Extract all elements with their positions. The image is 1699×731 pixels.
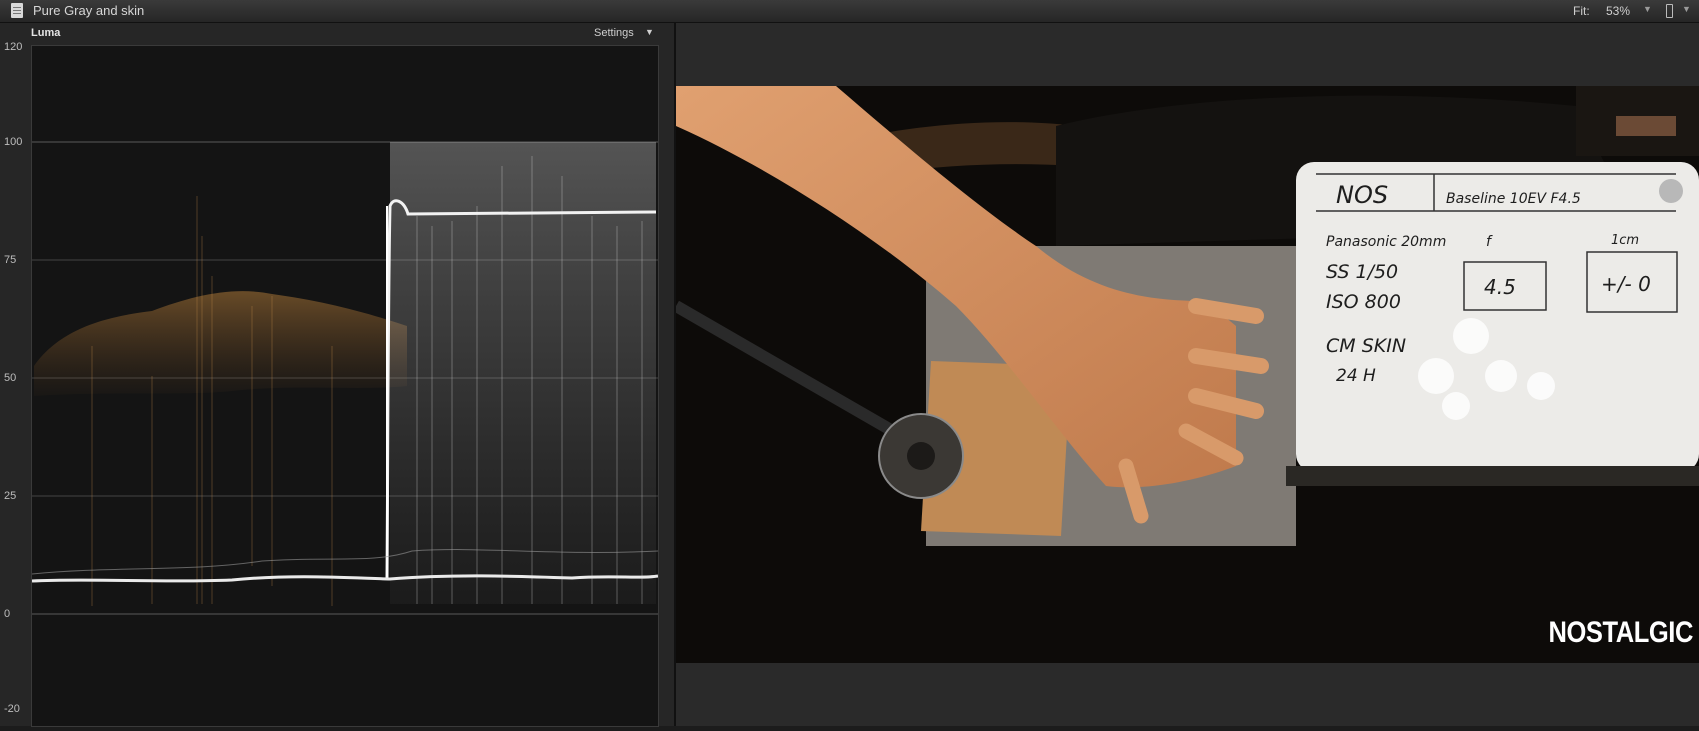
document-icon: [11, 3, 23, 18]
axis-tick-0: 0: [4, 608, 11, 620]
slate-line1: Baseline 10EV F4.5: [1446, 191, 1581, 207]
axis-tick-75: 75: [4, 254, 17, 266]
fit-label: Fit:: [1573, 4, 1590, 18]
scope-type-label: Luma: [31, 27, 61, 39]
window-title: Pure Gray and skin: [33, 3, 145, 18]
slate-lens: Panasonic 20mm: [1326, 234, 1446, 250]
waveform-graphic: [31, 141, 659, 615]
slate-profile: CM SKIN: [1326, 335, 1406, 357]
slate-iso: ISO 800: [1326, 291, 1401, 313]
video-image: NOS Baseline 10EV F4.5 Panasonic 20mm SS…: [676, 86, 1699, 663]
axis-tick-minus20: -20: [4, 703, 20, 715]
axis-tick-50: 50: [4, 372, 17, 384]
axis-tick-25: 25: [4, 490, 17, 502]
scope-settings-menu[interactable]: Settings: [594, 27, 634, 39]
luma-waveform: [31, 45, 659, 727]
slate-roll: NOS: [1336, 181, 1388, 209]
slate-box1-value: 4.5: [1484, 275, 1516, 299]
slate-shutter: SS 1/50: [1326, 261, 1398, 283]
slate-box2-header: 1cm: [1611, 233, 1639, 248]
zoom-chevron-icon[interactable]: ▼: [1643, 4, 1652, 14]
video-frame: NOS Baseline 10EV F4.5 Panasonic 20mm SS…: [676, 86, 1699, 663]
zoom-select[interactable]: 53%: [1606, 4, 1630, 18]
nostalgic-watermark: NOSTALGIC: [1548, 616, 1694, 649]
settings-chevron-icon[interactable]: ▼: [645, 27, 654, 37]
title-bar: Pure Gray and skin Fit: 53% ▼ ▼: [0, 0, 1699, 23]
axis-tick-100: 100: [4, 136, 23, 148]
view-options-chevron-icon[interactable]: ▼: [1682, 4, 1691, 14]
slate-box2-value: +/- 0: [1601, 272, 1651, 296]
video-scope-panel: Luma Settings ▼ 120 100 75 50 25 0 -20: [0, 23, 674, 727]
slate-note: 24 H: [1336, 366, 1376, 386]
view-options-icon[interactable]: [1666, 4, 1673, 18]
axis-tick-120: 120: [4, 41, 23, 53]
